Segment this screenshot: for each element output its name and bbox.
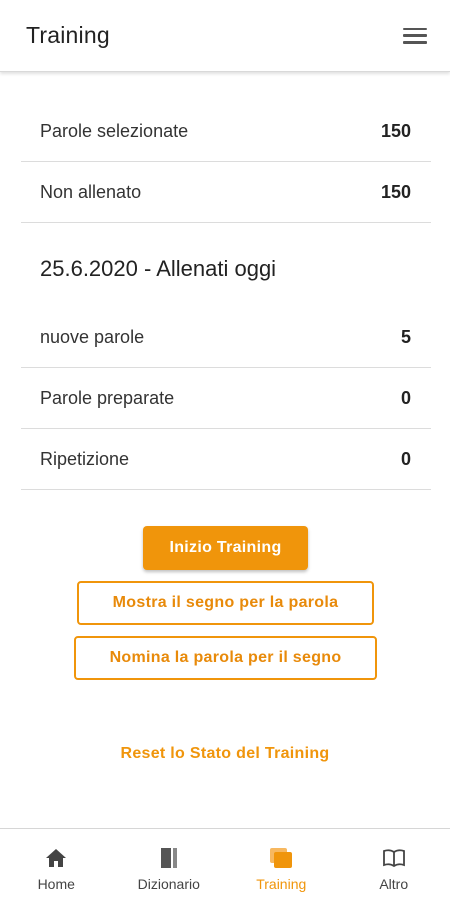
menu-line [403, 27, 427, 30]
book-open-icon [382, 847, 406, 869]
nav-item-more[interactable]: Altro [338, 829, 450, 900]
app-bar: Training [0, 0, 450, 72]
page-title: Training [26, 22, 110, 48]
stat-label: nuove parole [40, 326, 145, 347]
stat-label: Parole selezionate [40, 120, 189, 141]
stat-value: 0 [400, 387, 411, 408]
stat-value: 150 [380, 120, 411, 141]
show-sign-for-word-button[interactable]: Mostra il segno per la parola [77, 581, 374, 625]
nav-item-training[interactable]: Training [225, 829, 338, 900]
stat-value: 0 [400, 448, 411, 469]
reset-training-state-link[interactable]: Reset lo Stato del Training [0, 745, 450, 763]
today-stats-list: nuove parole 5 Parole preparate 0 Ripeti… [21, 307, 431, 490]
menu-line [403, 41, 427, 44]
stat-label: Non allenato [40, 181, 142, 202]
stat-value: 5 [400, 326, 411, 347]
stat-label: Ripetizione [40, 448, 130, 469]
nav-label: Home [37, 876, 75, 892]
bottom-navigation: Home Dizionario Training Altro [0, 828, 450, 900]
training-icon [269, 847, 293, 869]
stat-row-new-words: nuove parole 5 [21, 307, 431, 368]
today-section-title: 25.6.2020 - Allenati oggi [40, 256, 277, 281]
nav-item-dictionary[interactable]: Dizionario [113, 829, 226, 900]
stats-list: Parole selezionate 150 Non allenato 150 [21, 101, 431, 223]
start-training-button[interactable]: Inizio Training [143, 526, 308, 570]
stat-row-not-trained: Non allenato 150 [21, 162, 431, 223]
stat-value: 150 [380, 181, 411, 202]
name-word-for-sign-button[interactable]: Nomina la parola per il segno [74, 636, 377, 680]
nav-item-home[interactable]: Home [0, 829, 113, 900]
hamburger-menu-icon[interactable] [402, 26, 428, 46]
stat-row-prepared-words: Parole preparate 0 [21, 368, 431, 429]
nav-label: Dizionario [137, 876, 200, 892]
menu-line [403, 34, 427, 37]
stat-row-selected-words: Parole selezionate 150 [21, 101, 431, 162]
stat-label: Parole preparate [40, 387, 175, 408]
dictionary-icon [160, 847, 178, 869]
stat-row-repetition: Ripetizione 0 [21, 429, 431, 490]
nav-label: Altro [379, 876, 409, 892]
nav-label: Training [256, 876, 307, 892]
home-icon [45, 847, 67, 869]
